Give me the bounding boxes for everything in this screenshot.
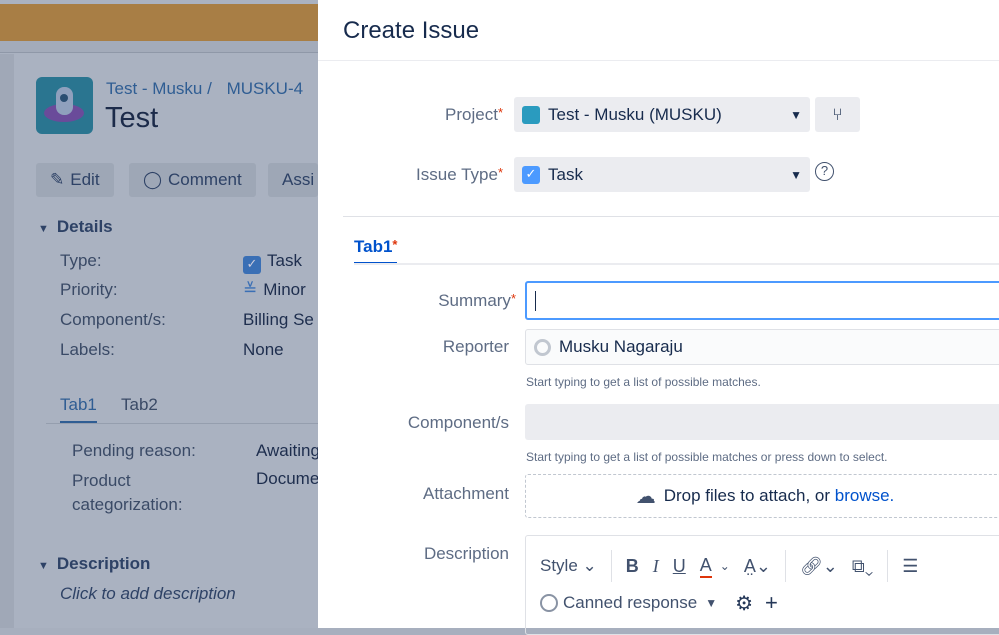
- project-hierarchy-button[interactable]: ⑂: [815, 97, 860, 132]
- project-select[interactable]: Test - Musku (MUSKU) ▼: [514, 97, 810, 132]
- bold-button[interactable]: B: [626, 556, 639, 577]
- hierarchy-icon: ⑂: [832, 104, 843, 124]
- dialog-title: Create Issue: [343, 17, 480, 44]
- summary-input[interactable]: [525, 281, 999, 320]
- type-label: Type:: [60, 251, 102, 270]
- description-placeholder[interactable]: Click to add description: [60, 584, 236, 604]
- create-issue-dialog: Create Issue Project* Test - Musku (MUSK…: [318, 0, 999, 635]
- labels-value: None: [243, 340, 284, 359]
- canned-response-dropdown[interactable]: Canned response: [563, 593, 697, 613]
- link-icon[interactable]: 🔗︎⌄: [800, 556, 838, 577]
- upload-cloud-icon: ☁: [635, 485, 656, 508]
- description-toggle[interactable]: ▼ Description: [38, 554, 150, 574]
- chevron-down-icon: ▼: [790, 167, 802, 182]
- breadcrumb-separator: /: [207, 79, 212, 98]
- task-icon: ✓: [522, 165, 540, 184]
- task-icon: ✓: [243, 256, 261, 274]
- attachment-dropzone[interactable]: ☁ Drop files to attach, or browse.: [525, 474, 999, 518]
- project-avatar-icon: [44, 87, 84, 122]
- browse-link[interactable]: browse.: [835, 486, 895, 506]
- chevron-down-icon[interactable]: ⌄: [720, 559, 730, 573]
- tab-tab1[interactable]: Tab1*: [354, 237, 398, 264]
- project-icon: [522, 105, 540, 124]
- assign-label: Assi: [282, 170, 315, 189]
- description-editor: Style ⌄ B I U A ⌄ A̤⌄ 🔗︎⌄ ⧉⌄ ☰ Canned re…: [525, 535, 999, 635]
- canned-response-icon: [540, 594, 558, 612]
- components-input[interactable]: [525, 404, 999, 440]
- bg-tab-2[interactable]: Tab2: [121, 395, 158, 415]
- chevron-down-icon: ▼: [38, 223, 49, 235]
- user-avatar-icon: [534, 338, 551, 356]
- summary-label: Summary*: [438, 291, 516, 310]
- attachment-icon[interactable]: ⧉⌄: [852, 556, 873, 577]
- tab-divider: [354, 263, 999, 265]
- attachment-label: Attachment: [423, 484, 509, 503]
- project-label: Project*: [445, 105, 503, 124]
- priority-value: ≚ Minor: [243, 280, 306, 299]
- issue-type-select[interactable]: ✓ Task ▼: [514, 157, 810, 192]
- comment-button[interactable]: ◯ Comment: [129, 163, 256, 197]
- edit-button[interactable]: ✎ Edit: [36, 163, 114, 197]
- pencil-icon: ✎: [50, 170, 65, 189]
- pending-reason-value: Awaiting: [256, 441, 318, 460]
- chevron-down-icon: ▼: [790, 107, 802, 122]
- canned-response-row: Canned response ▼ ⚙ +: [540, 590, 778, 616]
- bullet-list-icon[interactable]: ☰: [902, 556, 918, 577]
- project-avatar: [36, 77, 93, 134]
- underline-button[interactable]: U: [673, 556, 686, 577]
- reporter-input[interactable]: Musku Nagaraju: [525, 329, 999, 365]
- reporter-label: Reporter: [442, 337, 509, 356]
- priority-minor-icon: ≚: [243, 280, 258, 299]
- sidebar-strip: [0, 54, 14, 628]
- product-categorization-label: Product categorization:: [72, 471, 183, 514]
- labels-label: Labels:: [60, 340, 115, 359]
- edit-label: Edit: [70, 170, 100, 189]
- plus-icon[interactable]: +: [765, 590, 778, 616]
- help-icon[interactable]: ?: [815, 162, 834, 181]
- breadcrumb-project[interactable]: Test - Musku: [106, 79, 202, 98]
- assign-button[interactable]: Assi: [268, 163, 318, 197]
- tab-divider: [46, 423, 318, 424]
- section-divider: [343, 216, 999, 217]
- reporter-help: Start typing to get a list of possible m…: [526, 375, 761, 389]
- pending-reason-label: Pending reason:: [72, 441, 196, 460]
- text-color-button[interactable]: A: [699, 555, 712, 578]
- type-value: ✓ Task: [243, 251, 302, 274]
- sub-bar: [0, 41, 318, 53]
- editor-toolbar: Style ⌄ B I U A ⌄ A̤⌄ 🔗︎⌄ ⧉⌄ ☰: [540, 550, 932, 582]
- italic-button[interactable]: I: [653, 556, 659, 577]
- top-nav-bar: [0, 4, 318, 41]
- description-label: Description: [423, 544, 509, 563]
- comment-icon: ◯: [143, 170, 163, 189]
- components-label: Component/s:: [60, 310, 166, 329]
- description-heading: Description: [56, 554, 151, 573]
- comment-label: Comment: [168, 170, 242, 189]
- style-dropdown[interactable]: Style ⌄: [540, 556, 597, 576]
- chevron-down-icon: ▼: [38, 560, 49, 572]
- components-value[interactable]: Billing Se: [243, 310, 318, 330]
- gear-icon[interactable]: ⚙: [735, 591, 753, 616]
- issue-type-label: Issue Type*: [416, 165, 503, 184]
- details-heading: Details: [56, 217, 113, 236]
- header-divider: [318, 60, 999, 61]
- breadcrumb-issue[interactable]: MUSKU-4: [227, 79, 304, 98]
- details-toggle[interactable]: ▼ Details: [38, 217, 113, 237]
- priority-label: Priority:: [60, 280, 118, 299]
- issue-title: Test: [105, 102, 159, 134]
- bg-tab-1[interactable]: Tab1: [60, 395, 97, 423]
- components-label: Component/s: [407, 413, 509, 432]
- chevron-down-icon[interactable]: ▼: [705, 596, 717, 610]
- text-effects-icon[interactable]: A̤⌄: [744, 556, 771, 577]
- product-categorization-value: Docume: [256, 469, 318, 488]
- components-help: Start typing to get a list of possible m…: [526, 450, 888, 464]
